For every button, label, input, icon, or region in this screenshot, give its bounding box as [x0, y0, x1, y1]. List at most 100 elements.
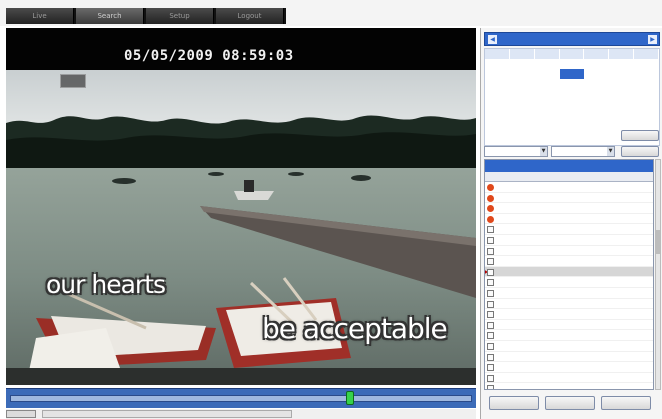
recording-cell: [485, 299, 569, 309]
calendar-day[interactable]: [510, 109, 535, 119]
arrow-left-icon[interactable]: ◀: [488, 35, 497, 44]
recording-row[interactable]: [485, 320, 653, 331]
calendar-day[interactable]: [485, 109, 510, 119]
calendar-day[interactable]: [535, 109, 560, 119]
calendar-day[interactable]: [485, 79, 510, 89]
refresh-button[interactable]: [621, 146, 659, 157]
calendar-day[interactable]: [510, 89, 535, 99]
recording-cell: [485, 362, 569, 372]
calendar-day[interactable]: [609, 99, 634, 109]
calendar-day[interactable]: [634, 99, 659, 109]
panel-button-3[interactable]: [601, 396, 651, 410]
calendar-day[interactable]: [535, 99, 560, 109]
panel-button-1[interactable]: [489, 396, 539, 410]
calendar-day[interactable]: [535, 79, 560, 89]
column-header[interactable]: [609, 172, 643, 181]
recording-row[interactable]: [485, 235, 653, 246]
tab-setup[interactable]: Setup: [146, 8, 214, 24]
calendar-day[interactable]: [584, 109, 609, 119]
recording-row[interactable]: [485, 203, 653, 214]
recording-row[interactable]: [485, 309, 653, 320]
calendar-day[interactable]: [510, 59, 535, 69]
calendar-day[interactable]: [510, 99, 535, 109]
channel-select[interactable]: ▼: [484, 146, 548, 157]
calendar-day[interactable]: [535, 89, 560, 99]
recording-cell: [485, 277, 569, 287]
recording-cell: [609, 341, 643, 351]
panel-button-2[interactable]: [545, 396, 595, 410]
recording-row[interactable]: [485, 182, 653, 193]
recording-cell: [569, 246, 609, 256]
recording-row[interactable]: [485, 341, 653, 352]
calendar-day[interactable]: [609, 89, 634, 99]
calendar-day[interactable]: [560, 99, 585, 109]
recording-row[interactable]: [485, 352, 653, 363]
recording-row[interactable]: [485, 214, 653, 225]
arrow-right-icon[interactable]: ▶: [648, 35, 657, 44]
search-button[interactable]: [621, 130, 659, 141]
calendar-day[interactable]: [584, 89, 609, 99]
recording-list-scrollbar[interactable]: [655, 159, 661, 390]
recording-cell: [609, 256, 643, 266]
tab-search[interactable]: Search: [76, 8, 144, 24]
calendar-day[interactable]: [634, 69, 659, 79]
recording-row[interactable]: [485, 193, 653, 204]
calendar-day[interactable]: [485, 99, 510, 109]
calendar-day[interactable]: [584, 59, 609, 69]
calendar-day[interactable]: [634, 59, 659, 69]
recording-row[interactable]: [485, 277, 653, 288]
recording-row[interactable]: [485, 330, 653, 341]
calendar-day[interactable]: [584, 69, 609, 79]
calendar-day[interactable]: [535, 59, 560, 69]
calendar-day[interactable]: [609, 69, 634, 79]
calendar-week-row: [485, 109, 659, 119]
type-select[interactable]: ▼: [551, 146, 615, 157]
recording-row[interactable]: [485, 299, 653, 310]
chevron-down-icon[interactable]: ▼: [607, 147, 614, 156]
scrollbar-thumb[interactable]: [656, 230, 660, 254]
recording-cell: [569, 214, 609, 224]
recording-row[interactable]: [485, 383, 653, 389]
calendar-day[interactable]: [634, 79, 659, 89]
recording-row[interactable]: [485, 266, 653, 278]
calendar-day[interactable]: [510, 69, 535, 79]
recording-cell: [609, 288, 643, 298]
calendar-day[interactable]: [560, 59, 585, 69]
timeline-slider-handle[interactable]: [345, 391, 354, 405]
calendar-day[interactable]: [560, 109, 585, 119]
calendar-day[interactable]: [510, 79, 535, 89]
recording-row[interactable]: [485, 362, 653, 373]
calendar-day[interactable]: [634, 109, 659, 119]
calendar-day[interactable]: [485, 59, 510, 69]
calendar-day[interactable]: [609, 59, 634, 69]
recording-cell: [485, 341, 569, 351]
tab-logout[interactable]: Logout: [216, 8, 284, 24]
calendar-day[interactable]: [609, 109, 634, 119]
tab-live[interactable]: Live: [6, 8, 74, 24]
alarm-icon: [487, 215, 494, 223]
calendar-day[interactable]: [584, 99, 609, 109]
video-player[interactable]: 05/05/2009 08:59:03 our hearts be accept…: [6, 28, 476, 385]
recording-row[interactable]: [485, 224, 653, 235]
file-icon: [487, 226, 494, 234]
timeline-track[interactable]: [10, 395, 472, 402]
playback-timeline[interactable]: [6, 388, 476, 408]
calendar-day[interactable]: [560, 89, 585, 99]
calendar-day[interactable]: [535, 69, 560, 79]
calendar-day[interactable]: [609, 79, 634, 89]
calendar-day[interactable]: [634, 89, 659, 99]
recording-row[interactable]: [485, 246, 653, 257]
calendar-day[interactable]: [584, 79, 609, 89]
recording-row[interactable]: [485, 288, 653, 299]
column-header[interactable]: [569, 172, 609, 181]
calendar-day[interactable]: [485, 69, 510, 79]
status-button[interactable]: [6, 410, 36, 418]
column-header[interactable]: [485, 172, 569, 181]
chevron-down-icon[interactable]: ▼: [540, 147, 547, 156]
calendar-day[interactable]: [559, 69, 585, 79]
recording-row[interactable]: [485, 256, 653, 267]
calendar-day[interactable]: [560, 79, 585, 89]
recording-row[interactable]: [485, 373, 653, 384]
recording-list[interactable]: [484, 159, 654, 390]
calendar-day[interactable]: [485, 89, 510, 99]
